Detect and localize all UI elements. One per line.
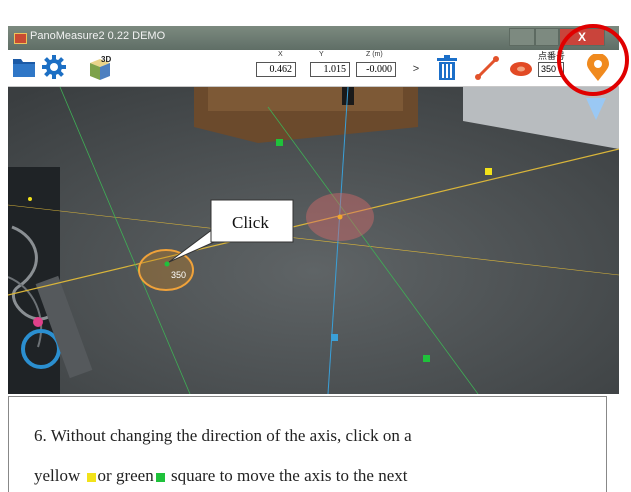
z-coordinate-label: Z (m) [366,51,383,58]
y-coordinate-field[interactable]: 1.015 [310,62,350,77]
minimize-button[interactable] [509,28,535,46]
folder-icon[interactable] [12,56,36,78]
caption-text: square to move the axis to the next [166,466,408,485]
yellow-square[interactable] [485,168,492,175]
caption-text: or green [97,466,154,485]
trash-icon[interactable] [436,55,458,81]
cabinet-top [208,87,403,111]
gear-icon[interactable] [42,55,66,79]
green-square[interactable] [423,355,430,362]
title-bar: PanoMeasure2 0.22 DEMO X [8,26,619,50]
expand-button[interactable]: > [410,62,422,77]
direction-marker [586,98,606,120]
x-coordinate-field[interactable]: 0.462 [256,62,296,77]
z-coordinate-field[interactable]: -0.000 [356,62,396,77]
caption-line-2: yellow or green square to move the axis … [34,466,407,486]
point-number-tag: 350 [171,270,186,280]
yellow-marker[interactable] [28,197,32,201]
green-square-swatch [155,472,165,482]
cube-3d-label: 3D [101,55,111,64]
toolbar: 3D X Y Z (m) 0.462 1.015 -0.000 > 点番号 35… [8,50,619,87]
x-coordinate-label: X [278,51,283,58]
cube-3d-icon[interactable]: 3D [86,53,114,81]
pink-plug [33,317,43,327]
app-icon [14,33,27,44]
blue-square[interactable] [331,334,338,341]
maximize-button[interactable] [535,28,559,46]
y-coordinate-label: Y [319,51,324,58]
panorama-view[interactable]: 350 Click [8,87,619,394]
callout-label: Click [232,213,269,232]
line-tool-icon[interactable] [474,55,500,81]
tape-measure-icon[interactable] [508,55,534,81]
selected-point[interactable] [164,261,170,267]
origin-point[interactable] [337,214,343,220]
instruction-caption: 6. Without changing the direction of the… [8,396,607,492]
green-square[interactable] [276,139,283,146]
window-title: PanoMeasure2 0.22 DEMO [30,30,166,42]
caption-line-1: 6. Without changing the direction of the… [34,426,412,445]
highlight-circle [557,24,629,96]
app-window: PanoMeasure2 0.22 DEMO X 3D X Y Z (m) 0.… [8,26,619,394]
caption-text: yellow [34,466,85,485]
yellow-square-swatch [86,472,96,482]
